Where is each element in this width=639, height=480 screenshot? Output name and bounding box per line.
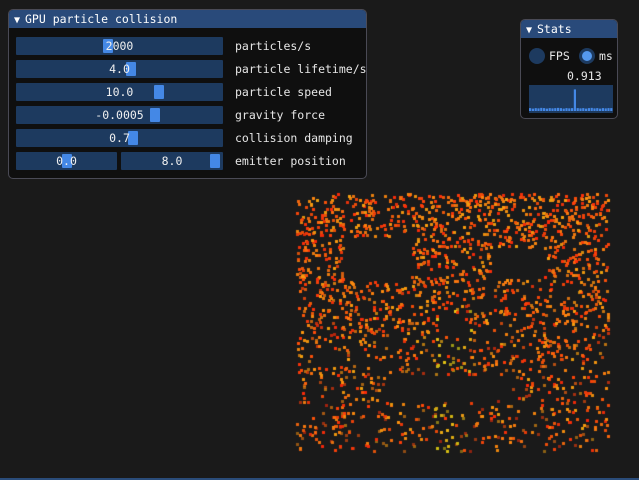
particle-lifetime-label: particle lifetime/s	[235, 62, 367, 76]
frame-time-bar	[601, 108, 604, 111]
particle-speed-slider[interactable]: 10.0	[16, 83, 223, 101]
frame-time-bar	[545, 108, 548, 111]
collapse-arrow-icon[interactable]: ▼	[526, 22, 537, 40]
emitter-x-slider[interactable]: 0.0	[16, 152, 117, 170]
fps-radio[interactable]	[529, 48, 545, 64]
frame-time-bar	[554, 108, 557, 111]
ms-label: ms	[599, 49, 613, 63]
frame-time-bar	[568, 108, 571, 111]
frame-time-bar	[590, 107, 593, 111]
emitter-x-value: 0.0	[56, 154, 77, 168]
frame-time-bar	[604, 108, 607, 111]
gravity-force-value: -0.0005	[95, 108, 144, 122]
frame-time-bar	[531, 108, 534, 111]
frame-time-bar	[537, 108, 540, 111]
frame-time-bar	[562, 108, 565, 111]
frame-time-bar	[548, 108, 551, 111]
frame-time-bar	[579, 108, 582, 111]
collision-damping-label: collision damping	[235, 131, 353, 145]
window-title: GPU particle collision	[25, 12, 178, 26]
collision-damping-value: 0.7	[109, 131, 130, 145]
frame-time-bar	[571, 108, 574, 111]
gravity-force-slider[interactable]: -0.0005	[16, 106, 223, 124]
stats-title: Stats	[537, 22, 572, 36]
emitter-y-value: 8.0	[161, 154, 183, 168]
ms-radio[interactable]	[579, 48, 595, 64]
frame-time-bar	[551, 108, 554, 111]
frame-time-bar	[585, 108, 588, 111]
collapse-arrow-icon[interactable]: ▼	[14, 12, 25, 30]
frame-time-bar	[593, 108, 596, 111]
particles-rate-slider[interactable]: 2000	[16, 37, 223, 55]
particle-lifetime-slider[interactable]: 4.0	[16, 60, 223, 78]
stats-window[interactable]: ▼ Stats FPS ms 0.913	[520, 19, 618, 119]
frame-time-bar	[559, 108, 562, 111]
frame-time-bar	[576, 108, 579, 111]
particles-rate-value: 2000	[105, 39, 134, 53]
gravity-force-label: gravity force	[235, 108, 326, 122]
fps-label: FPS	[549, 49, 570, 63]
emitter-y-slider[interactable]: 8.0	[121, 152, 223, 170]
particle-settings-window[interactable]: ▼ GPU particle collision 2000 particles/s 4…	[8, 9, 367, 179]
frame-time-bar	[534, 108, 537, 111]
frame-time-bar	[540, 107, 543, 111]
frame-time-bar	[607, 108, 610, 111]
frame-time-bar	[529, 108, 532, 111]
frame-time-bar	[587, 108, 590, 111]
frame-time-value: 0.913	[567, 69, 602, 83]
emitter-position-label: emitter position	[235, 154, 346, 168]
frame-time-bar	[557, 107, 560, 111]
frame-time-bar	[543, 108, 546, 111]
particle-speed-value: 10.0	[105, 85, 134, 99]
frame-time-bar	[596, 108, 599, 111]
frame-time-bar	[582, 108, 585, 111]
frame-time-bar	[610, 108, 613, 111]
frame-time-graph	[529, 85, 613, 113]
particles-rate-label: particles/s	[235, 39, 312, 53]
frame-time-bar	[565, 108, 568, 111]
stats-titlebar[interactable]: ▼ Stats	[521, 20, 617, 38]
collision-damping-slider[interactable]: 0.7	[16, 129, 223, 147]
particle-lifetime-value: 4.0	[109, 62, 130, 76]
frame-time-bar	[599, 108, 602, 111]
frame-time-bar	[573, 89, 576, 111]
particle-speed-label: particle speed	[235, 85, 332, 99]
particle-settings-titlebar[interactable]: ▼ GPU particle collision	[9, 10, 366, 28]
